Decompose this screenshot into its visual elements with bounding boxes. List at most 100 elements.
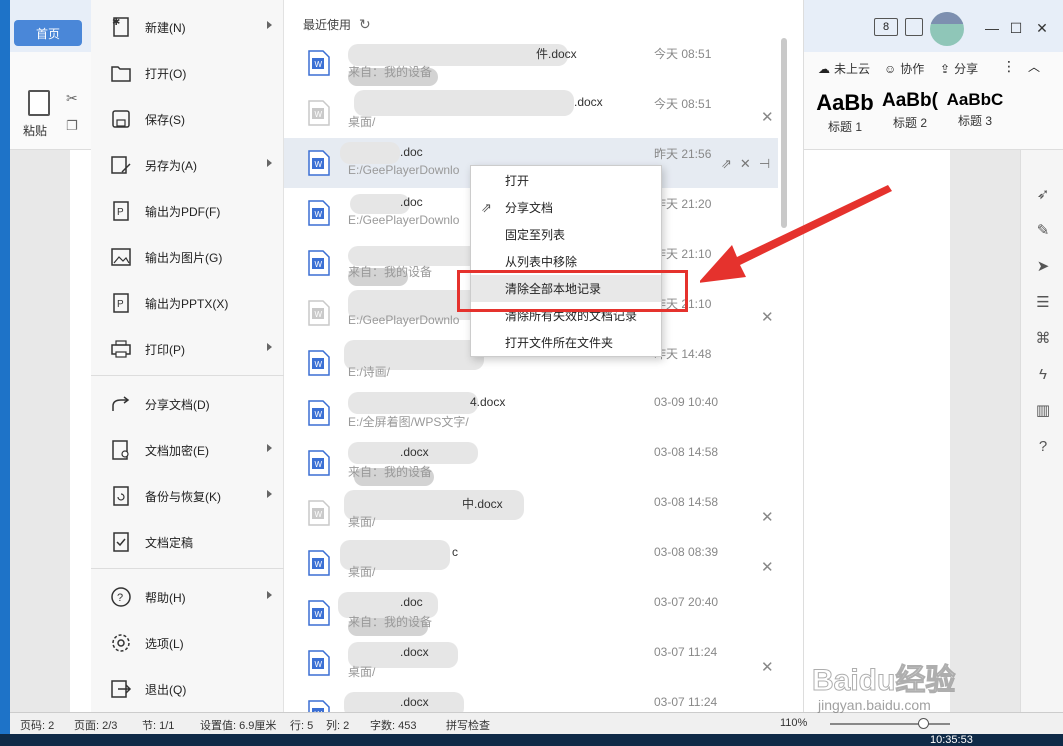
collab-button[interactable]: ☺ 协作 [884, 60, 924, 77]
file-path: E:/诗画/ [348, 365, 391, 379]
file-time: 03-07 11:24 [654, 645, 718, 659]
menu-help[interactable]: ? 帮助(H) [91, 577, 284, 617]
more-icon[interactable]: ⋮ [1002, 58, 1016, 75]
recent-file-row[interactable]: W .docx 桌面/03-07 11:24 ✕ [284, 638, 778, 688]
ctx-open-containing-folder[interactable]: 打开文件所在文件夹 [471, 329, 661, 356]
menu-export-pdf[interactable]: P 输出为PDF(F) [91, 191, 284, 231]
menu-label: 打印(P) [145, 342, 185, 357]
menu-label: 输出为PPTX(X) [145, 296, 229, 311]
recent-file-row[interactable]: W .docx 03-07 11:24 [284, 688, 778, 712]
svg-text:W: W [315, 460, 323, 469]
windows-taskbar: 10:35:53 [0, 734, 1063, 746]
menu-divider [91, 375, 284, 376]
pen-icon[interactable]: ✎ [1033, 220, 1053, 240]
close-icon[interactable]: ✕ [1032, 18, 1052, 38]
status-spell[interactable]: 拼写检查 [446, 717, 490, 733]
copy-icon[interactable]: ❐ [66, 118, 78, 134]
ctx-pin-to-list[interactable]: 固定至列表 [471, 221, 661, 248]
refresh-icon[interactable]: ↻ [359, 16, 371, 33]
cloud-status-button[interactable]: ☁ 未上云 [818, 60, 870, 77]
style-heading-2[interactable]: AaBb( 标题 2 [878, 90, 942, 138]
recent-file-row[interactable]: W .doc 来自：我的设备 03-07 20:40 [284, 588, 778, 638]
menu-open[interactable]: 打开(O) [91, 53, 284, 93]
menu-share-doc[interactable]: 分享文档(D) [91, 384, 284, 424]
recent-file-row[interactable]: W .docx 桌面/今天 08:51 ✕ [284, 88, 778, 138]
svg-text:W: W [315, 60, 323, 69]
red-arrow-annotation [700, 185, 892, 283]
svg-text:W: W [315, 510, 323, 519]
file-time: 03-09 10:40 [654, 395, 719, 409]
file-time: 03-08 08:39 [654, 545, 719, 559]
share-icon: ⇪ [940, 61, 951, 76]
remove-icon[interactable]: ✕ [761, 308, 774, 326]
paste-icon[interactable] [28, 90, 50, 116]
menu-export-image[interactable]: 输出为图片(G) [91, 237, 284, 277]
translate-icon[interactable]: ⌘ [1033, 328, 1053, 348]
svg-text:W: W [315, 360, 323, 369]
menu-export-pptx[interactable]: P 输出为PPTX(X) [91, 283, 284, 323]
maximize-icon[interactable]: ☐ [1006, 18, 1026, 38]
recent-file-row[interactable]: Wc 桌面/03-08 08:39 ✕ [284, 538, 778, 588]
share-icon[interactable]: ⇗ [721, 156, 732, 172]
style-heading-3[interactable]: AaBbC 标题 3 [942, 90, 1008, 138]
ctx-open[interactable]: 打开 [471, 167, 661, 194]
collapse-ribbon-icon[interactable]: ︿ [1028, 58, 1040, 75]
cut-icon[interactable]: ✂ [66, 90, 78, 107]
ctx-share-doc[interactable]: ⇗ 分享文档 [471, 194, 661, 221]
pin-icon[interactable]: ⊣ [759, 156, 770, 172]
row-actions: ⇗ ✕ ⊣ [721, 156, 770, 172]
word-doc-icon: W [308, 500, 330, 526]
file-path: 来自：我的设备 [348, 265, 433, 279]
sliders-icon[interactable]: ☰ [1033, 292, 1053, 312]
file-time: 03-07 11:24 [654, 695, 718, 709]
save-as-icon [107, 151, 135, 179]
file-path: E:/全屏着图/WPS文字/ [348, 415, 469, 429]
rocket-icon[interactable]: ➶ [1033, 184, 1053, 204]
menu-options[interactable]: 选项(L) [91, 623, 284, 663]
menu-print[interactable]: 打印(P) [91, 329, 284, 369]
cursor-icon[interactable]: ➤ [1033, 256, 1053, 276]
help-circle-icon[interactable]: ? [1033, 436, 1053, 456]
home-tab[interactable]: 首页 [14, 20, 82, 46]
style-name: 标题 1 [827, 120, 862, 134]
cloud-icon: ☁ [818, 61, 830, 76]
menu-backup[interactable]: 备份与恢复(K) [91, 476, 284, 516]
style-heading-1[interactable]: AaBb 标题 1 [812, 90, 878, 138]
help-icon: ? [107, 583, 135, 611]
book-search-icon[interactable]: ▥ [1033, 400, 1053, 420]
menu-save[interactable]: 保存(S) [91, 99, 284, 139]
menu-exit[interactable]: 退出(Q) [91, 669, 284, 709]
recent-file-row[interactable]: W .docx 来自：我的设备 03-08 14:58 [284, 438, 778, 488]
minimize-icon[interactable]: — [982, 18, 1002, 38]
style-sample: AaBb( [882, 90, 938, 111]
remove-icon[interactable]: ✕ [761, 558, 774, 576]
paste-label[interactable]: 粘贴 [23, 122, 47, 139]
remove-icon[interactable]: ✕ [761, 508, 774, 526]
layout-icon[interactable] [905, 18, 923, 36]
menu-new[interactable]: ✱ 新建(N) [91, 7, 284, 47]
menu-encrypt[interactable]: 文档加密(E) [91, 430, 284, 470]
file-time: 今天 08:51 [654, 97, 712, 111]
word-doc-icon: W [308, 50, 330, 76]
menu-finalize[interactable]: 文档定稿 [91, 522, 284, 562]
svg-text:P: P [117, 299, 124, 310]
file-path: 桌面/ [348, 115, 376, 129]
status-zoom[interactable]: 110% [780, 717, 807, 729]
recent-file-row[interactable]: W 4.docx E:/全屏着图/WPS文字/03-09 10:40 [284, 388, 778, 438]
recent-file-row[interactable]: W 件.docx 来自：我的设备 今天 08:51 [284, 38, 778, 88]
word-doc-icon: W [308, 550, 330, 576]
file-name: .docx [574, 95, 603, 109]
svg-text:W: W [315, 660, 323, 669]
remove-icon[interactable]: ✕ [761, 108, 774, 126]
avatar[interactable] [930, 12, 964, 46]
remove-icon[interactable]: ✕ [761, 658, 774, 676]
redacted-text [348, 392, 478, 414]
taskbar-clock[interactable]: 10:35:53 [930, 734, 973, 746]
menu-save-as[interactable]: 另存为(A) [91, 145, 284, 185]
file-name: .docx [400, 645, 429, 659]
share-button[interactable]: ⇪ 分享 [940, 60, 978, 77]
style-name: 标题 2 [892, 116, 927, 130]
remove-icon[interactable]: ✕ [740, 156, 751, 172]
recent-file-row[interactable]: W 中.docx 桌面/03-08 14:58 ✕ [284, 488, 778, 538]
lightning-icon[interactable]: ϟ [1033, 364, 1053, 384]
